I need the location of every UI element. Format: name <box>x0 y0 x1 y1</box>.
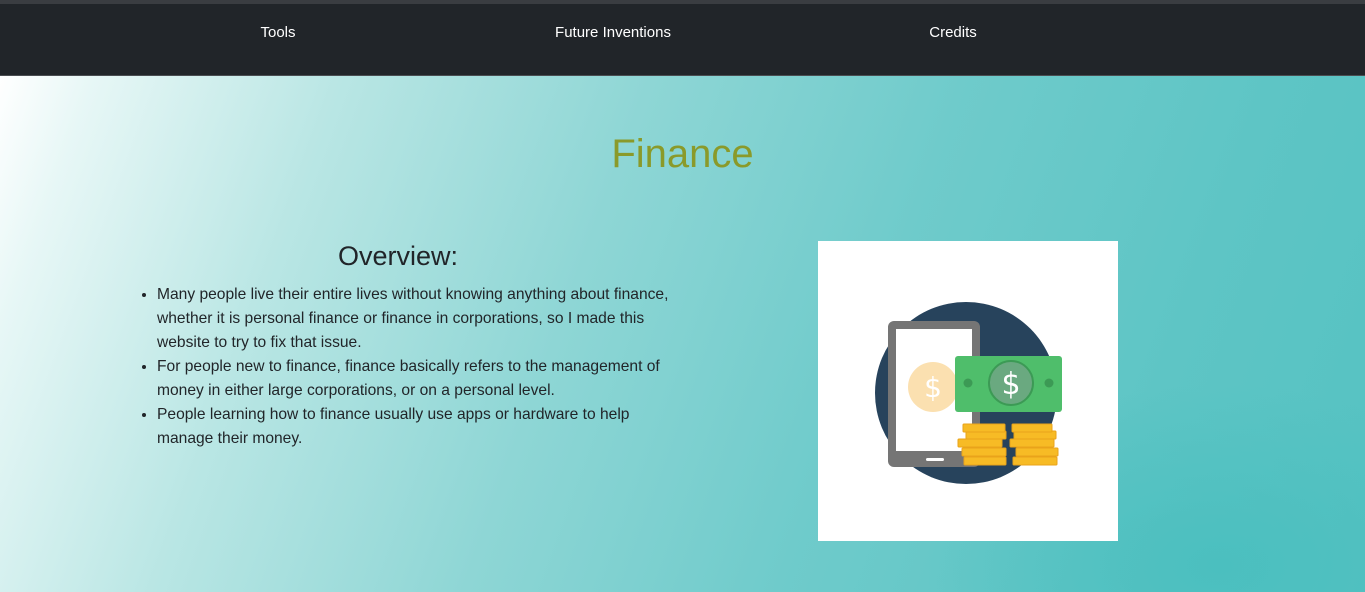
coin-icon: $ <box>908 362 958 412</box>
main-content: Finance Overview: Many people live their… <box>0 76 1365 592</box>
list-item: Many people live their entire lives with… <box>157 283 677 355</box>
overview-heading: Overview: <box>337 241 459 271</box>
finance-illustration: $ $ <box>818 241 1118 541</box>
bill-symbol: $ <box>1001 367 1020 402</box>
list-item: For people new to finance, finance basic… <box>157 355 677 403</box>
nav-link-future-inventions[interactable]: Future Inventions <box>555 24 671 41</box>
top-navbar: Tools Future Inventions Credits <box>0 0 1365 76</box>
page-title: Finance <box>611 132 754 176</box>
coin-symbol: $ <box>924 371 942 404</box>
nav-link-tools[interactable]: Tools <box>260 24 295 41</box>
banknote-icon: $ <box>955 356 1062 412</box>
list-item: People learning how to finance usually u… <box>157 403 677 451</box>
finance-illustration-svg: $ $ <box>875 302 1062 484</box>
nav-link-credits[interactable]: Credits <box>929 24 977 41</box>
overview-list: Many people live their entire lives with… <box>157 283 677 451</box>
